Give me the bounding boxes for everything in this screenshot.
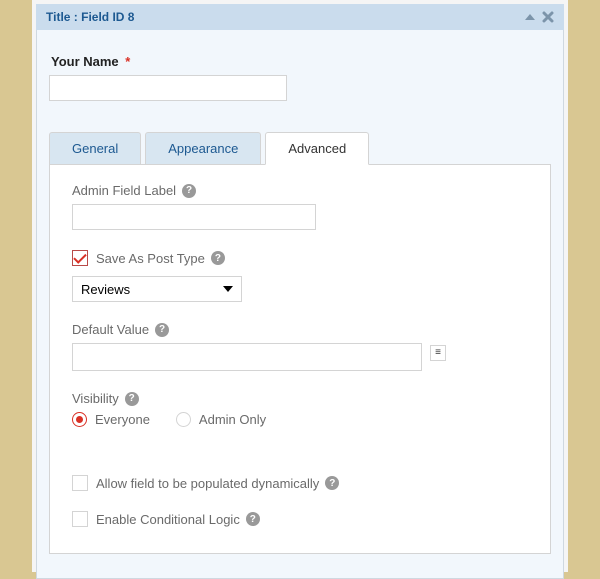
visibility-option-admin-only[interactable]: Admin Only: [176, 412, 266, 427]
save-as-post-type-label: Save As Post Type ?: [96, 251, 225, 266]
collapse-icon[interactable]: [524, 11, 536, 23]
tab-general[interactable]: General: [49, 132, 141, 165]
radio-everyone[interactable]: [72, 412, 87, 427]
conditional-logic-checkbox[interactable]: [72, 511, 88, 527]
field-settings-panel: Title : Field ID 8 Your Name * General A…: [32, 0, 568, 572]
your-name-input[interactable]: [49, 75, 287, 101]
field-label-text: Your Name: [51, 54, 119, 69]
help-icon[interactable]: ?: [155, 323, 169, 337]
required-asterisk: *: [125, 54, 130, 69]
default-value-input[interactable]: [72, 343, 422, 371]
tab-advanced[interactable]: Advanced: [265, 132, 369, 165]
radio-everyone-label: Everyone: [95, 412, 150, 427]
populate-dynamically-label: Allow field to be populated dynamically …: [96, 476, 339, 491]
default-value-label: Default Value ?: [72, 322, 528, 337]
help-icon[interactable]: ?: [211, 251, 225, 265]
radio-admin-only-label: Admin Only: [199, 412, 266, 427]
visibility-option-everyone[interactable]: Everyone: [72, 412, 150, 427]
save-as-post-type-checkbox[interactable]: [72, 250, 88, 266]
tab-advanced-content: Admin Field Label ? Save As Post Type ?: [49, 164, 551, 554]
admin-field-label-label: Admin Field Label ?: [72, 183, 528, 198]
populate-dynamically-checkbox[interactable]: [72, 475, 88, 491]
merge-tag-picker-icon[interactable]: ≡: [430, 345, 446, 361]
close-icon[interactable]: [542, 11, 554, 23]
admin-field-label-input[interactable]: [72, 204, 316, 230]
post-type-select[interactable]: Reviews: [72, 276, 242, 302]
visibility-label: Visibility ?: [72, 391, 528, 406]
help-icon[interactable]: ?: [325, 476, 339, 490]
panel-header: Title : Field ID 8: [36, 4, 564, 30]
field-preview-label: Your Name *: [51, 54, 551, 69]
conditional-logic-label: Enable Conditional Logic ?: [96, 512, 260, 527]
panel-title: Title : Field ID 8: [46, 10, 134, 24]
help-icon[interactable]: ?: [182, 184, 196, 198]
help-icon[interactable]: ?: [125, 392, 139, 406]
field-settings-card: Your Name * General Appearance Advanced …: [36, 30, 564, 579]
tab-appearance[interactable]: Appearance: [145, 132, 261, 165]
settings-tabs: General Appearance Advanced: [49, 131, 551, 164]
help-icon[interactable]: ?: [246, 512, 260, 526]
radio-admin-only[interactable]: [176, 412, 191, 427]
